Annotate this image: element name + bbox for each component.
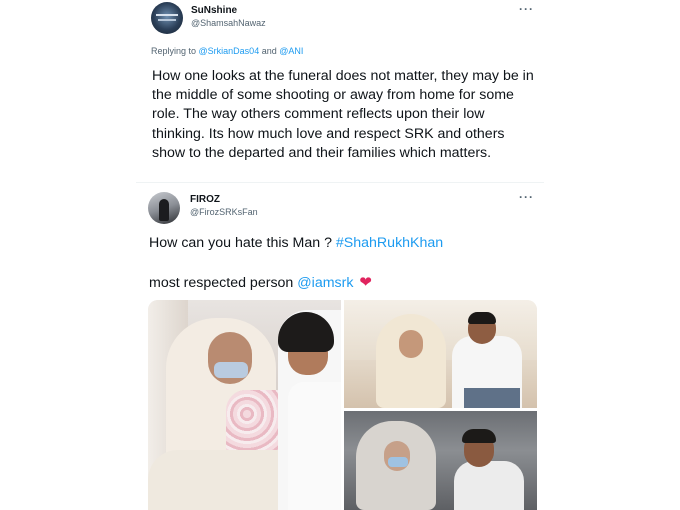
- more-options-icon[interactable]: ···: [519, 2, 534, 16]
- display-name[interactable]: SuNshine: [191, 5, 237, 16]
- mention-link[interactable]: @SrkianDas04: [199, 46, 260, 56]
- mention-link[interactable]: @iamsrk: [297, 275, 353, 291]
- more-options-icon[interactable]: ···: [519, 190, 534, 204]
- tweet-text-line: How can you hate this Man ? #ShahRukhKha…: [149, 235, 443, 251]
- divider: [136, 182, 544, 183]
- user-handle[interactable]: @ShamsahNawaz: [191, 18, 266, 28]
- replying-to-and: and: [259, 46, 280, 56]
- hashtag-link[interactable]: #ShahRukhKhan: [336, 235, 443, 251]
- mention-link[interactable]: @ANI: [279, 46, 303, 56]
- user-handle[interactable]: @FirozSRKsFan: [190, 207, 258, 217]
- display-name[interactable]: FIROZ: [190, 194, 220, 205]
- heart-emoji-icon: ❤: [359, 274, 372, 291]
- media-grid: [148, 300, 537, 510]
- photo-3[interactable]: [344, 411, 537, 510]
- tweet-text: How one looks at the funeral does not ma…: [152, 68, 534, 161]
- tweet-text: most respected person: [149, 275, 298, 291]
- avatar[interactable]: [148, 192, 180, 224]
- replying-to: Replying to @SrkianDas04 and @ANI: [151, 46, 303, 56]
- avatar[interactable]: [151, 2, 183, 34]
- photo-2[interactable]: [344, 300, 537, 408]
- tweet-text: How can you hate this Man ?: [149, 235, 336, 251]
- twitter-screenshot: SuNshine @ShamsahNawaz ··· Replying to @…: [136, 0, 544, 510]
- replying-to-label: Replying to: [151, 46, 199, 56]
- tweet-text-line: most respected person @iamsrk ❤: [149, 273, 372, 291]
- photo-1[interactable]: [148, 300, 341, 510]
